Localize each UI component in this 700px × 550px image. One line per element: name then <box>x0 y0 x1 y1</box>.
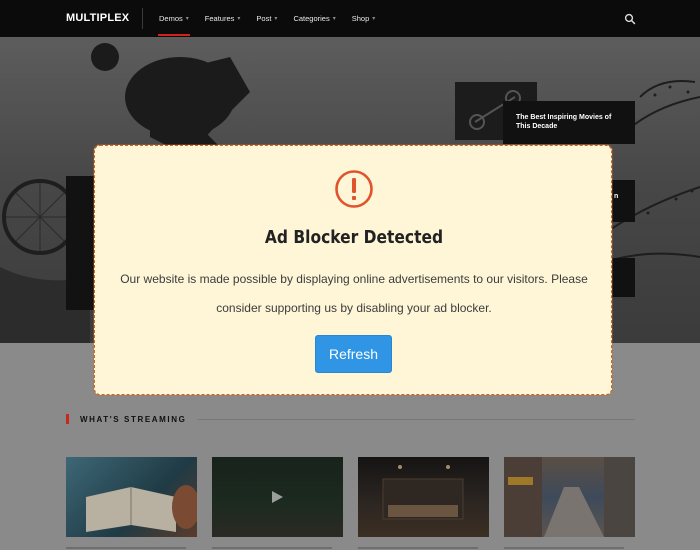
chevron-down-icon: ▾ <box>274 16 278 22</box>
chevron-down-icon: ▾ <box>372 16 376 22</box>
chevron-down-icon: ▾ <box>332 16 336 22</box>
nav-item-shop[interactable]: Shop ▾ <box>352 0 376 37</box>
chevron-down-icon: ▾ <box>185 16 189 22</box>
modal-title: Ad Blocker Detected <box>264 227 444 248</box>
nav-item-features[interactable]: Features ▾ <box>205 0 241 37</box>
play-icon[interactable] <box>272 491 283 503</box>
section-title: WHAT'S STREAMING <box>80 415 187 424</box>
exclamation-circle-icon <box>335 170 373 208</box>
nav-label: Post <box>256 14 272 23</box>
streaming-thumbnail-book[interactable] <box>66 457 197 537</box>
streaming-thumbnail-storefront[interactable] <box>358 457 489 537</box>
storefront-image <box>382 465 464 520</box>
logo-divider <box>142 8 143 29</box>
streaming-thumbnail-forest[interactable] <box>212 457 343 537</box>
chevron-down-icon: ▾ <box>237 16 241 22</box>
side-post-title[interactable]: The Best Inspiring Movies of This Decade <box>503 101 635 144</box>
nav-item-demos[interactable]: Demos ▾ <box>158 0 190 37</box>
site-logo[interactable]: MULTIPLEX <box>66 12 129 24</box>
nav-label: Shop <box>351 14 370 23</box>
main-nav: Demos ▾ Features ▾ Post ▾ Categories ▾ Shop ▾ <box>158 0 391 37</box>
modal-message: Our website is made possible by displayi… <box>120 272 588 315</box>
nav-label: Categories <box>293 14 330 23</box>
street-image <box>504 457 635 537</box>
book-image <box>86 485 197 532</box>
adblock-modal: Ad Blocker Detected Our website is made … <box>94 145 612 395</box>
nav-label: Features <box>204 14 235 23</box>
site-header: MULTIPLEX Demos ▾ Features ▾ Post ▾ Categor… <box>0 0 700 37</box>
nav-label: Demos <box>159 14 183 23</box>
streaming-thumbnail-street[interactable] <box>504 457 635 537</box>
search-icon[interactable] <box>624 12 636 25</box>
nav-item-post[interactable]: Post ▾ <box>256 0 277 37</box>
section-accent-bar <box>66 414 69 424</box>
section-divider <box>198 419 635 420</box>
nav-item-categories[interactable]: Categories ▾ <box>293 0 335 37</box>
refresh-button[interactable]: Refresh <box>315 335 392 373</box>
